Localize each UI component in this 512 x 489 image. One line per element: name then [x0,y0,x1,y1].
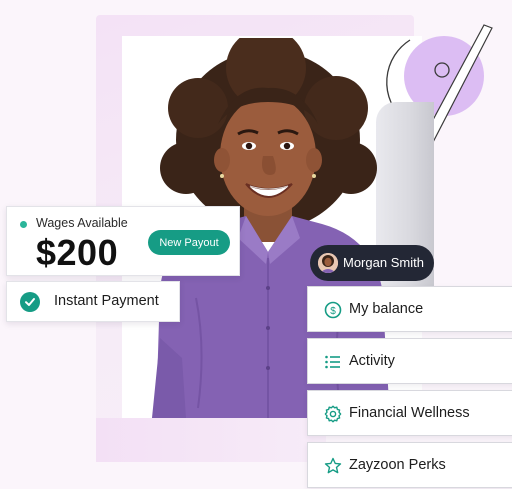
menu-item-label: Zayzoon Perks [349,457,446,473]
new-payout-button[interactable]: New Payout [148,230,230,255]
avatar-icon [318,253,338,273]
instant-payment-card: Instant Payment [6,281,180,322]
menu-item-label: Activity [349,353,395,369]
gear-icon [324,405,342,423]
status-dot [20,221,27,228]
menu-item-activity[interactable]: Activity [307,338,512,384]
check-icon [20,292,40,312]
wages-card: Wages Available $200 New Payout [6,206,240,276]
menu-item-financial-wellness[interactable]: Financial Wellness [307,390,512,436]
instant-payment-label: Instant Payment [54,293,159,309]
user-chip[interactable]: Morgan Smith [310,245,434,281]
menu-item-label: My balance [349,301,424,317]
dollar-circle-icon: $ [324,301,342,319]
backdrop-strip [96,418,326,462]
user-name: Morgan Smith [343,255,424,270]
menu-item-zayzoon-perks[interactable]: Zayzoon Perks [307,442,512,488]
svg-text:$: $ [330,306,336,317]
list-icon [325,355,340,369]
wages-label: Wages Available [36,216,128,230]
star-icon [324,457,342,474]
menu-item-label: Financial Wellness [349,405,470,421]
menu-item-my-balance[interactable]: $ My balance [307,286,512,332]
hero-scene: Wages Available $200 New Payout Instant … [0,0,512,489]
wages-amount: $200 [36,232,119,273]
